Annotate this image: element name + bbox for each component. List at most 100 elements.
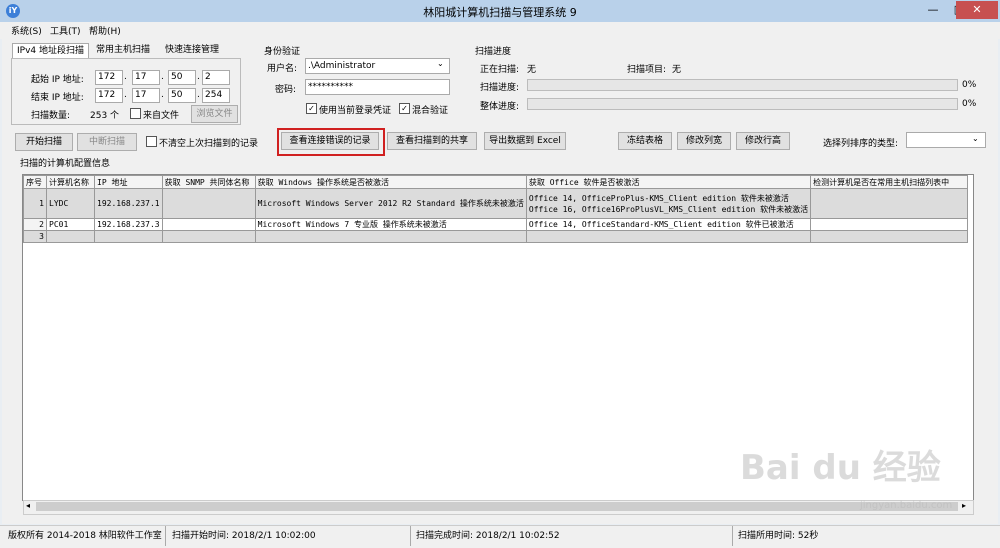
auth-group-title: 身份验证 <box>264 47 301 57</box>
column-header-windows[interactable]: 获取 Windows 操作系统是否被激活 <box>254 175 527 189</box>
cell-office[interactable] <box>525 230 812 243</box>
cell-windows[interactable]: Microsoft Windows Server 2012 R2 Standar… <box>254 188 527 219</box>
chevron-down-icon[interactable]: ⌄ <box>972 134 979 143</box>
scroll-right-icon[interactable]: ▸ <box>962 501 966 510</box>
username-label: 用户名: <box>267 64 298 74</box>
menu-help[interactable]: 帮助(H) <box>89 24 121 37</box>
freeze-table-button[interactable]: 冻结表格 <box>618 132 672 150</box>
start-ip-octet1[interactable]: 172 <box>95 70 123 85</box>
scan-progress-label: 扫描进度: <box>480 83 520 93</box>
keep-records-label: 不清空上次扫描到的记录 <box>159 139 259 149</box>
cell-common-list[interactable] <box>810 218 969 231</box>
view-shares-button[interactable]: 查看扫描到的共享 <box>387 132 477 150</box>
stop-scan-button[interactable]: 中断扫描 <box>77 133 137 151</box>
end-ip-octet1[interactable]: 172 <box>95 88 123 103</box>
status-separator <box>410 526 411 546</box>
column-header-snmp[interactable]: 获取 SNMP 共同体名称 <box>161 175 256 189</box>
cell-snmp[interactable] <box>161 230 256 243</box>
start-ip-label: 起始 IP 地址: <box>31 75 84 85</box>
cell-common-list[interactable] <box>810 188 969 219</box>
scroll-left-icon[interactable]: ◂ <box>26 501 30 510</box>
ip-dot: . <box>161 90 164 100</box>
baidu-watermark: Bai du 经验 <box>740 448 941 488</box>
baidu-watermark-url: jingyan.baidu.com <box>860 500 953 511</box>
status-duration: 扫描所用时间: 52秒 <box>738 531 819 541</box>
browse-file-button[interactable]: 浏览文件 <box>191 105 238 123</box>
end-ip-octet2[interactable]: 17 <box>132 88 160 103</box>
scanning-value: 无 <box>527 65 537 75</box>
start-ip-octet4[interactable]: 2 <box>202 70 230 85</box>
table-title: 扫描的计算机配置信息 <box>20 159 111 169</box>
tab-quick-connect[interactable]: 快速连接管理 <box>161 43 223 58</box>
cell-no[interactable]: 3 <box>23 230 47 243</box>
overall-progress-label: 整体进度: <box>480 102 520 112</box>
use-current-credentials-checkbox[interactable]: ✓ <box>306 103 317 114</box>
sort-type-label: 选择列排序的类型: <box>823 139 899 149</box>
chevron-down-icon[interactable]: ⌄ <box>437 59 444 68</box>
cell-office[interactable]: Office 14, OfficeProPlus-KMS_Client edit… <box>525 188 812 219</box>
cell-windows[interactable] <box>254 230 527 243</box>
keep-records-checkbox[interactable] <box>146 136 157 147</box>
scanning-label: 正在扫描: <box>480 65 520 75</box>
column-header-ip[interactable]: IP 地址 <box>94 175 163 189</box>
scan-item-value: 无 <box>672 65 682 75</box>
menu-system[interactable]: 系统(S) <box>11 24 42 37</box>
ip-dot: . <box>197 72 200 82</box>
row-height-button[interactable]: 修改行高 <box>736 132 790 150</box>
cell-snmp[interactable] <box>161 218 256 231</box>
cell-name[interactable]: PC01 <box>46 218 95 231</box>
column-header-name[interactable]: 计算机名称 <box>46 175 95 189</box>
tab-ipv4-scan[interactable]: IPv4 地址段扫描 <box>12 43 89 59</box>
cell-ip[interactable]: 192.168.237.3 <box>94 218 163 231</box>
start-scan-button[interactable]: 开始扫描 <box>15 133 73 151</box>
scan-count-value: 253 个 <box>90 111 120 121</box>
cell-name[interactable] <box>46 230 95 243</box>
password-field[interactable]: ********** <box>305 79 450 95</box>
column-header-no[interactable]: 序号 <box>23 175 47 189</box>
office-line: Office 16, Office16ProPlusVL_KMS_Client … <box>528 204 809 214</box>
status-separator <box>732 526 733 546</box>
scan-count-label: 扫描数量: <box>31 111 71 121</box>
status-copyright: 版权所有 2014-2018 林阳软件工作室 <box>8 531 162 541</box>
from-file-label: 来自文件 <box>143 111 180 121</box>
cell-name[interactable]: LYDC <box>46 188 95 219</box>
password-label: 密码: <box>275 85 297 95</box>
menu-bar <box>0 22 1000 39</box>
cell-no[interactable]: 1 <box>23 188 47 219</box>
menu-tools[interactable]: 工具(T) <box>50 24 81 37</box>
table-row[interactable]: 1 LYDC 192.168.237.1 Microsoft Windows S… <box>23 188 969 219</box>
scan-item-label: 扫描项目: <box>627 65 667 75</box>
from-file-checkbox[interactable] <box>130 108 141 119</box>
table-row[interactable]: 3 <box>23 230 969 243</box>
scrollbar-thumb[interactable] <box>36 502 958 511</box>
minimize-icon[interactable]: — <box>920 1 946 19</box>
ip-dot: . <box>197 90 200 100</box>
ip-dot: . <box>124 72 127 82</box>
start-ip-octet2[interactable]: 17 <box>132 70 160 85</box>
cell-common-list[interactable] <box>810 230 969 243</box>
table-row[interactable]: 2 PC01 192.168.237.3 Microsoft Windows 7… <box>23 218 969 231</box>
cell-ip[interactable]: 192.168.237.1 <box>94 188 163 219</box>
cell-office[interactable]: Office 14, OfficeStandard-KMS_Client edi… <box>525 218 812 231</box>
username-select[interactable]: .\Administrator <box>305 58 450 74</box>
export-excel-button[interactable]: 导出数据到 Excel <box>484 132 566 150</box>
end-ip-octet4[interactable]: 254 <box>202 88 230 103</box>
column-header-office[interactable]: 获取 Office 软件是否被激活 <box>525 175 812 189</box>
column-header-common-list[interactable]: 检测计算机是否在常用主机扫描列表中 <box>810 175 969 189</box>
status-start-time: 扫描开始时间: 2018/2/1 10:02:00 <box>172 531 316 541</box>
cell-snmp[interactable] <box>161 188 256 219</box>
tab-common-hosts[interactable]: 常用主机扫描 <box>92 43 154 58</box>
progress-group-title: 扫描进度 <box>475 47 512 57</box>
window-title: 林阳城计算机扫描与管理系统 9 <box>423 6 577 19</box>
column-width-button[interactable]: 修改列宽 <box>677 132 731 150</box>
view-errors-button[interactable]: 查看连接错误的记录 <box>281 132 379 150</box>
start-ip-octet3[interactable]: 50 <box>168 70 196 85</box>
close-icon[interactable]: ✕ <box>956 1 998 19</box>
cell-ip[interactable] <box>94 230 163 243</box>
scan-progress-value: 0% <box>962 80 977 90</box>
mixed-auth-checkbox[interactable]: ✓ <box>399 103 410 114</box>
cell-no[interactable]: 2 <box>23 218 47 231</box>
cell-windows[interactable]: Microsoft Windows 7 专业版 操作系统未被激活 <box>254 218 527 231</box>
end-ip-octet3[interactable]: 50 <box>168 88 196 103</box>
mixed-auth-label: 混合验证 <box>412 106 449 116</box>
